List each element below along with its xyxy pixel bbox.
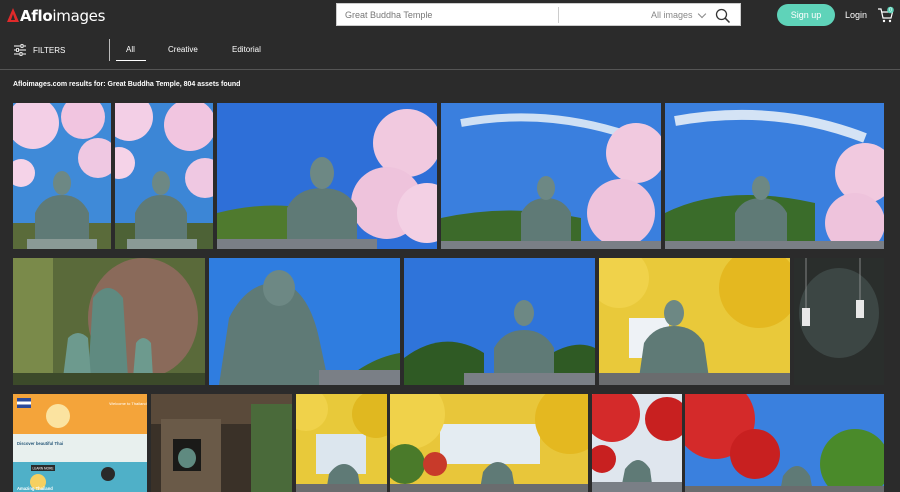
image-thumbnail[interactable] <box>665 103 884 249</box>
filters-label: FILTERS <box>33 45 66 55</box>
cart-count: 0 <box>889 8 892 14</box>
image-thumbnail[interactable] <box>685 394 884 492</box>
buddha-blue-sky-image <box>665 103 884 249</box>
chevron-down-icon <box>697 9 706 18</box>
image-thumbnail[interactable] <box>115 103 213 249</box>
search-divider <box>558 7 559 23</box>
image-thumbnail[interactable] <box>390 394 588 492</box>
logo-main-text: Aflo <box>20 7 53 25</box>
search-scope-label: All images <box>651 10 693 20</box>
bronze-deity-statue-image <box>13 258 205 385</box>
image-thumbnail[interactable] <box>151 394 292 492</box>
aflo-logo-mark-icon <box>7 8 19 24</box>
buddha-blue-sky-image <box>404 258 595 385</box>
image-thumbnail[interactable] <box>441 103 661 249</box>
buddha-autumn-leaves-image <box>296 394 387 492</box>
buddha-autumn-avenue-image <box>390 394 588 492</box>
ad-title-3: Amazing Thailand <box>17 486 53 491</box>
image-thumbnail[interactable]: Welcome to Thailand Discover beautiful T… <box>13 394 147 492</box>
filter-bar: FILTERS All Creative Editorial <box>0 32 900 70</box>
buddha-red-maple-image <box>592 394 682 492</box>
image-thumbnail[interactable] <box>592 394 682 492</box>
logo-sub-text: images <box>52 7 106 25</box>
image-thumbnail[interactable] <box>13 258 205 385</box>
tab-all[interactable]: All <box>126 45 135 54</box>
buddha-cherry-blossom-image <box>115 103 213 249</box>
image-thumbnail[interactable] <box>296 394 387 492</box>
thailand-banner-image: Welcome to Thailand Discover beautiful T… <box>13 394 147 492</box>
stone-lantern-buddha-image <box>151 394 292 492</box>
buddha-side-view-image <box>209 258 400 385</box>
image-thumbnail[interactable] <box>209 258 400 385</box>
image-thumbnail[interactable] <box>217 103 437 249</box>
results-summary: Afloimages.com results for: Great Buddha… <box>13 81 241 88</box>
search-input[interactable] <box>337 4 557 25</box>
filter-divider <box>109 39 110 61</box>
image-thumbnail[interactable] <box>599 258 790 385</box>
filters-button[interactable]: FILTERS <box>14 44 65 56</box>
sign-up-button[interactable]: Sign up <box>777 4 835 26</box>
buddha-blue-sky-image <box>217 103 437 249</box>
ad-title-1: Welcome to Thailand <box>109 401 146 406</box>
logo-text: Afloimages <box>20 7 105 25</box>
top-header: Afloimages All images Sign up Login 0 <box>0 0 900 32</box>
search-icon[interactable] <box>715 8 731 24</box>
buddha-cleaning-workers-image <box>794 258 884 385</box>
tab-editorial[interactable]: Editorial <box>232 45 261 54</box>
ad-title-2: Discover beautiful Thai <box>17 441 63 446</box>
image-thumbnail[interactable] <box>404 258 595 385</box>
buddha-cherry-blossom-image <box>13 103 111 249</box>
active-tab-underline <box>116 60 146 61</box>
search-scope-dropdown[interactable]: All images <box>651 9 706 20</box>
image-thumbnail[interactable] <box>13 103 111 249</box>
aflo-logo[interactable]: Afloimages <box>7 5 105 27</box>
image-thumbnail[interactable] <box>794 258 884 385</box>
ad-button-text: LEARN MORE <box>32 467 53 471</box>
cart-icon[interactable]: 0 <box>877 6 895 24</box>
tab-creative[interactable]: Creative <box>168 45 198 54</box>
sliders-icon <box>14 44 26 56</box>
buddha-red-maple-image <box>685 394 884 492</box>
login-link[interactable]: Login <box>845 10 867 20</box>
buddha-autumn-leaves-image <box>599 258 790 385</box>
buddha-blue-sky-image <box>441 103 661 249</box>
search-bar: All images <box>336 3 741 26</box>
